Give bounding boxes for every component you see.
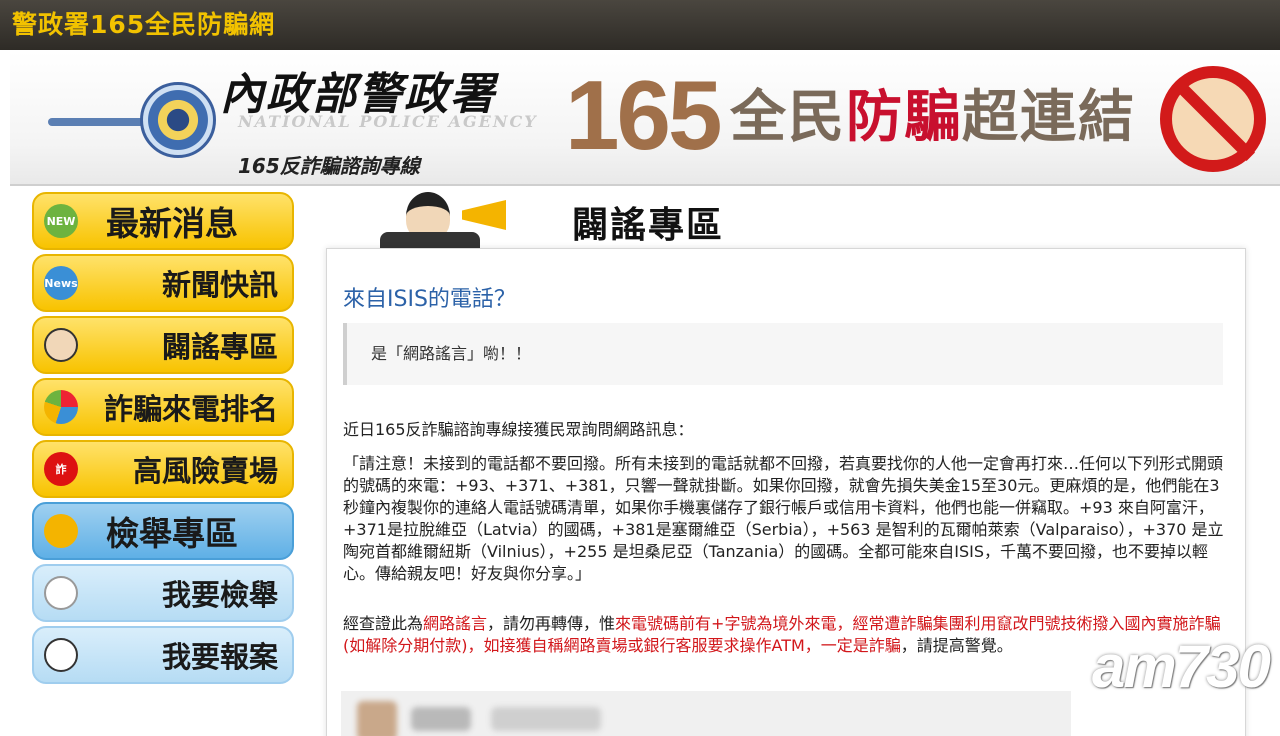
hotline-number: 165 [565,60,723,170]
sidebar-item-label: 檢舉專區 [106,514,238,553]
sidebar-item-high-risk-stores[interactable]: 詐 高風險賣場 [32,440,294,498]
sidebar-item-news-flash[interactable]: News 新聞快訊 [32,254,294,312]
blurred-text [491,707,601,731]
no-fraud-sign-icon [1160,66,1266,172]
sidebar-item-rumor-zone[interactable]: 闢謠專區 [32,316,294,374]
sidebar-nav: NEW 最新消息 News 新聞快訊 闢謠專區 詐騙來電排名 詐 高風險賣場 檢… [32,192,294,688]
sidebar-item-label: 最新消息 [106,204,238,243]
sidebar-item-label: 新聞快訊 [161,268,278,302]
news-icon: News [44,266,78,300]
watermark-logo: am730 [1092,633,1271,700]
site-title-bar: 警政署165全民防騙網 [0,0,1280,50]
megaphone-icon [44,514,78,548]
sidebar-item-label: 我要報案 [161,640,278,674]
blurred-text [411,707,471,731]
new-badge-icon: NEW [44,204,78,238]
mascot-megaphone-icon [370,188,520,248]
mascot-body [380,232,480,248]
slogan-part: 超連結 [962,85,1136,150]
verdict-highlight: 網路謠言 [423,614,488,633]
sidebar-item-label: 詐騙來電排名 [103,392,278,426]
sidebar-item-label: 高風險賣場 [132,454,278,488]
sidebar-item-label: 我要檢舉 [161,578,278,612]
sidebar-item-fraud-call-ranking[interactable]: 詐騙來電排名 [32,378,294,436]
verdict-text: 經查證此為 [343,614,424,633]
sidebar-item-report-zone[interactable]: 檢舉專區 [32,502,294,560]
banner-slogan: 全民防騙超連結 [730,72,1136,153]
agency-english-name: NATIONAL POLICE AGENCY [238,112,538,131]
article-title[interactable]: 來自ISIS的電話？ [343,281,516,313]
sidebar-item-label: 闢謠專區 [161,330,278,364]
sidebar-item-latest-news[interactable]: NEW 最新消息 [32,192,294,250]
sidebar-item-submit-tip[interactable]: ✉ 我要檢舉 [32,564,294,622]
page-title: 闢謠專區 [572,205,725,246]
sidebar-item-file-report[interactable]: ✔ 我要報案 [32,626,294,684]
agency-hotline: 165反詐騙諮詢專線 [238,154,420,178]
verdict-text: ，請提高警覺。 [900,636,1013,655]
site-title: 警政署165全民防騙網 [12,10,276,39]
slogan-highlight: 防騙 [846,85,962,150]
slogan-part: 全民 [730,85,846,150]
pie-chart-icon [44,390,78,424]
mascot-face-icon [44,328,78,362]
mail-icon: ✉ [44,576,78,610]
verdict-text: ，請勿再轉傳，惟 [487,614,616,633]
blurred-screenshot-image [341,691,1071,736]
megaphone-shape [462,200,506,230]
site-banner: 內政部警政署 NATIONAL POLICE AGENCY 165反詐騙諮詢專線… [10,52,1280,186]
blurred-avatar [357,701,397,736]
police-badge-icon [140,82,216,158]
article-quote: 是「網路謠言」喲！！ [343,323,1223,385]
checkmark-icon: ✔ [44,638,78,672]
article-paragraph-message: 「請注意！未接到的電話都不要回撥。所有未接到的電話就都不回撥，若真要找你的人他一… [343,454,1224,583]
article-paragraph-intro: 近日165反詐騙諮詢專線接獲民眾詢問網路訊息： [343,420,694,439]
fraud-stamp-icon: 詐 [44,452,78,486]
